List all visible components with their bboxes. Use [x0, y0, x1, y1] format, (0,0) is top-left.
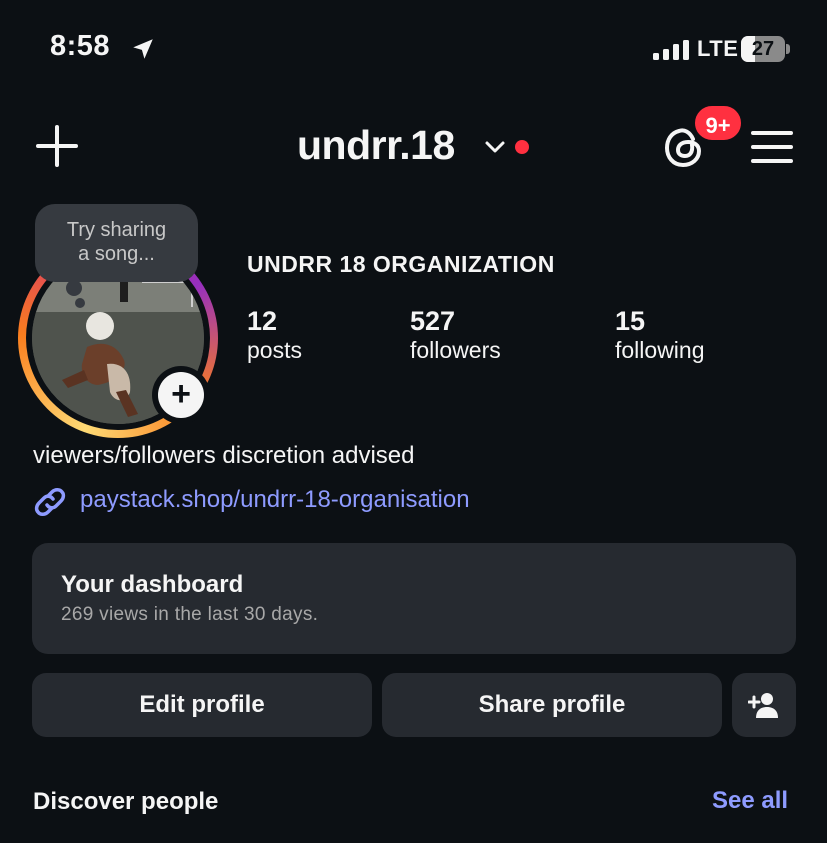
notification-badge: 9+	[692, 103, 744, 143]
discover-people-title: Discover people	[33, 788, 219, 815]
unread-dot	[515, 140, 529, 154]
chevron-down-icon[interactable]	[484, 139, 506, 155]
see-all-link[interactable]: See all	[712, 787, 788, 815]
note-prompt-line-1: Try sharing	[66, 219, 167, 241]
stat-followers-value: 527	[410, 306, 456, 336]
signal-icon	[653, 40, 689, 60]
discover-people-button[interactable]	[732, 673, 796, 737]
profile-bio: viewers/followers discretion advised	[33, 442, 415, 469]
battery-icon: 27	[741, 36, 791, 62]
account-username[interactable]: undrr.18	[297, 122, 455, 169]
dashboard-subtitle: 269 views in the last 30 days.	[61, 604, 319, 625]
add-person-icon	[747, 693, 778, 718]
link-icon	[34, 488, 66, 516]
stat-posts-value: 12	[247, 306, 278, 336]
stat-posts[interactable]: 12 posts	[247, 306, 302, 364]
stat-following-label: following	[615, 337, 705, 363]
share-profile-button[interactable]: Share profile	[382, 673, 722, 737]
dashboard-title: Your dashboard	[61, 571, 244, 598]
menu-icon[interactable]	[750, 127, 794, 167]
stat-posts-label: posts	[247, 337, 302, 363]
profile-full-name: UNDRR 18 ORGANIZATION	[247, 251, 555, 277]
profile-link[interactable]: paystack.shop/undrr-18-organisation	[80, 486, 470, 514]
note-bubble[interactable]: Try sharing a song...	[35, 204, 198, 282]
plus-icon[interactable]	[36, 125, 78, 167]
add-story-button[interactable]: +	[158, 372, 204, 418]
stat-followers-label: followers	[410, 337, 501, 363]
stat-following-value: 15	[615, 306, 646, 336]
network-type: LTE	[697, 36, 739, 61]
stat-followers[interactable]: 527 followers	[410, 306, 501, 364]
battery-level: 27	[751, 38, 775, 60]
status-time: 8:58	[50, 30, 111, 62]
note-prompt-line-2: a song...	[78, 243, 155, 265]
stat-following[interactable]: 15 following	[615, 306, 705, 364]
edit-profile-button[interactable]: Edit profile	[32, 673, 372, 737]
location-arrow-icon	[133, 39, 153, 59]
